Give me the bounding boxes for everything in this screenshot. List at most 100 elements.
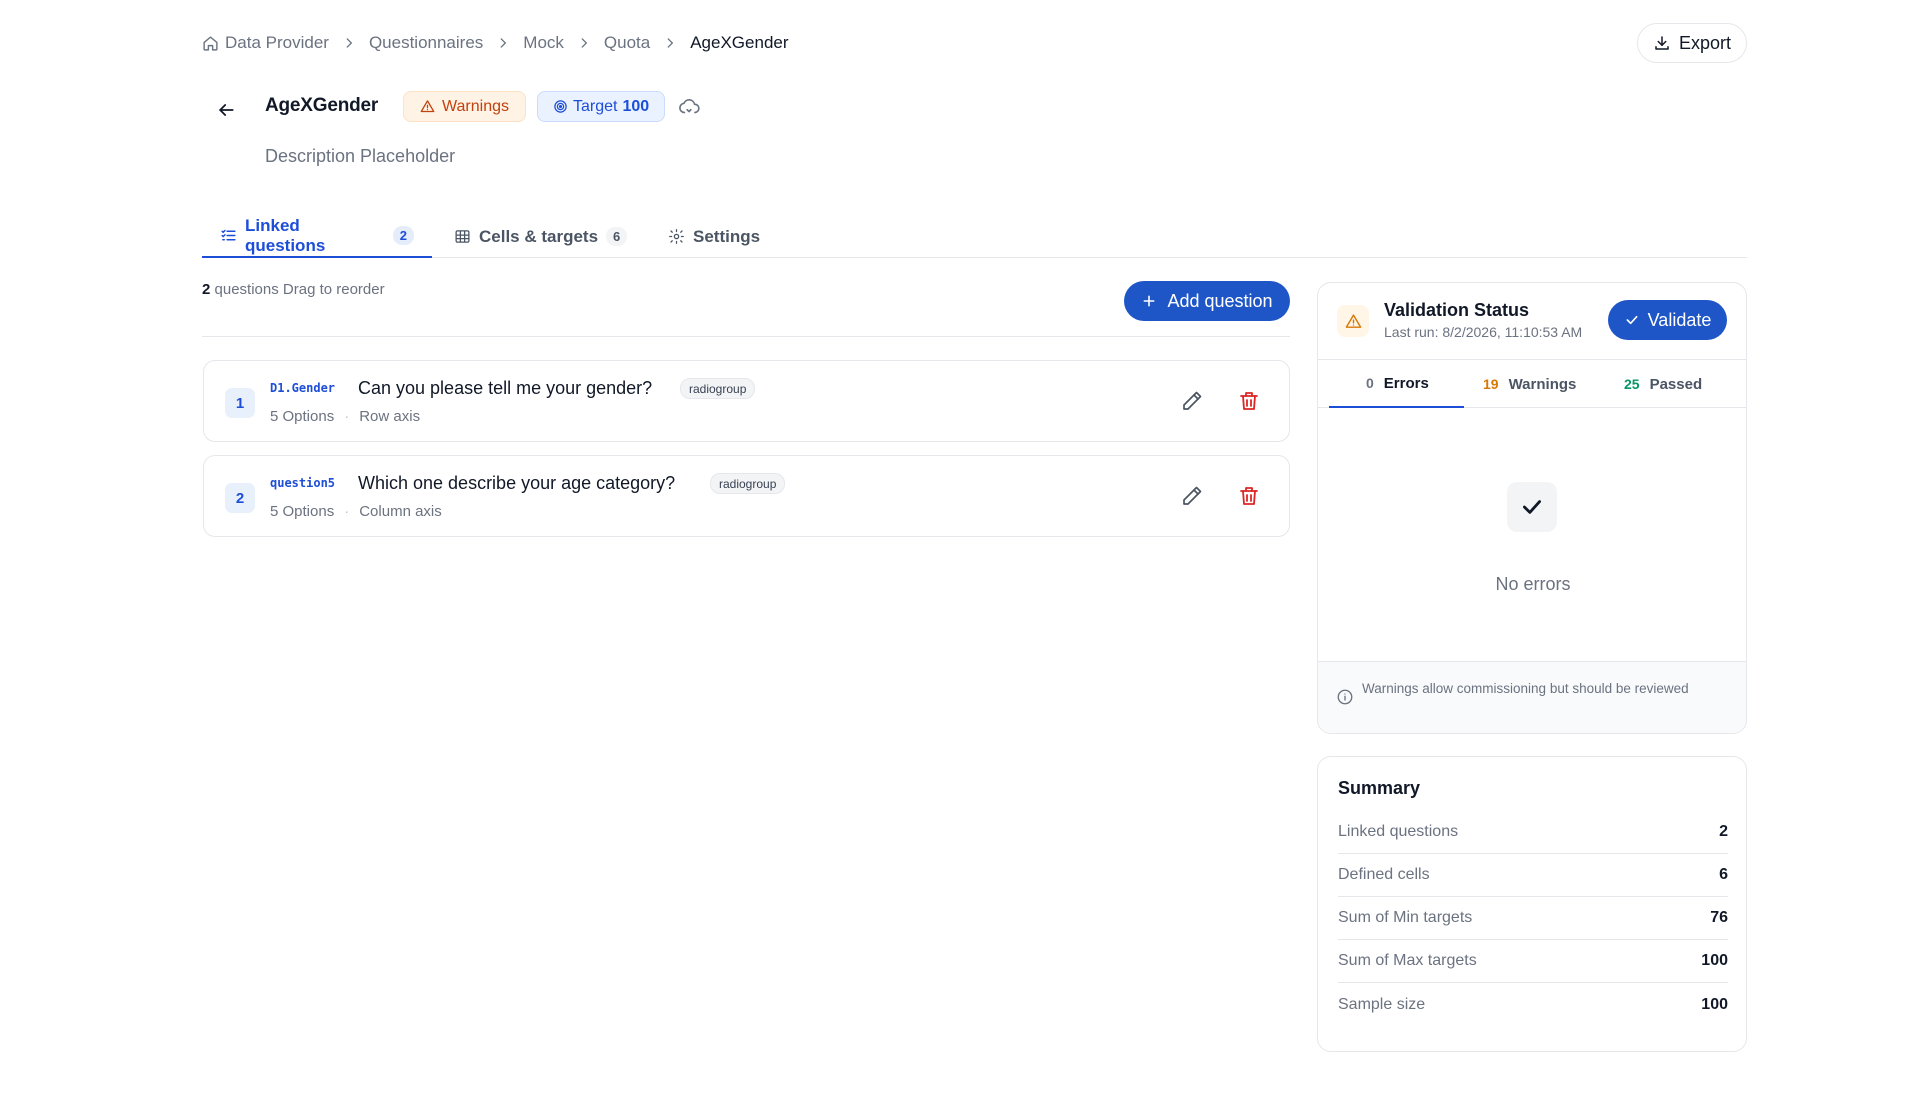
- validation-tab-count: 0: [1366, 375, 1374, 391]
- chevron-right-icon: [342, 36, 356, 50]
- question-meta-text: questions Drag to reorder: [214, 281, 385, 298]
- download-icon: [1653, 34, 1671, 52]
- export-label: Export: [1678, 32, 1732, 53]
- validation-tab-count: 19: [1483, 376, 1499, 392]
- summary-value: 100: [1701, 952, 1728, 969]
- question-options: 5 Options: [270, 503, 335, 520]
- warnings-badge[interactable]: Warnings: [403, 91, 526, 122]
- question-index: 1: [225, 388, 255, 418]
- chevron-right-icon: [496, 36, 510, 50]
- validation-tab-passed[interactable]: 25 Passed: [1624, 360, 1702, 408]
- info-icon: [1336, 688, 1354, 706]
- add-question-label: Add question: [1167, 290, 1273, 311]
- validation-footer-note: Warnings allow commissioning but should …: [1362, 681, 1689, 696]
- validation-footer: Warnings allow commissioning but should …: [1318, 661, 1746, 733]
- summary-label: Sum of Min targets: [1338, 909, 1473, 926]
- export-button[interactable]: Export: [1637, 23, 1747, 63]
- tab-count: 2: [392, 226, 414, 245]
- summary-value: 100: [1701, 995, 1728, 1013]
- delete-question-button[interactable]: [1237, 484, 1263, 510]
- question-card[interactable]: 1 D1.Gender Can you please tell me your …: [203, 360, 1290, 442]
- breadcrumb-item-quota[interactable]: Quota: [604, 33, 650, 53]
- target-badge: Target 100: [537, 91, 666, 122]
- question-code: D1.Gender: [270, 381, 336, 395]
- trash-icon: [1237, 389, 1263, 413]
- validate-label: Validate: [1647, 309, 1712, 330]
- separator-dot: ·: [344, 503, 350, 520]
- warnings-badge-label: Warnings: [442, 97, 509, 115]
- tab-count: 6: [606, 227, 628, 246]
- tab-bar: Linked questions 2 Cells & targets 6 Set…: [202, 215, 1747, 258]
- page-title: AgeXGender: [265, 95, 379, 116]
- tab-label: Cells & targets: [479, 226, 599, 246]
- add-question-button[interactable]: Add question: [1124, 281, 1290, 321]
- summary-label: Linked questions: [1338, 823, 1459, 840]
- breadcrumb-item-data-provider[interactable]: Data Provider: [202, 33, 329, 53]
- chevron-right-icon: [577, 36, 591, 50]
- validation-tab-count: 25: [1624, 376, 1640, 392]
- question-count-text: 2 questions Drag to reorder: [202, 281, 385, 298]
- trash-icon: [1237, 484, 1263, 508]
- validation-tab-label: Errors: [1383, 374, 1429, 392]
- tab-label: Settings: [693, 226, 761, 246]
- question-axis: Row axis: [359, 408, 421, 425]
- breadcrumb-item-mock[interactable]: Mock: [523, 33, 564, 53]
- question-axis: Column axis: [359, 503, 442, 520]
- summary-label: Sum of Max targets: [1338, 952, 1477, 969]
- divider: [202, 336, 1290, 337]
- separator-dot: ·: [344, 408, 350, 425]
- validation-tab-label: Warnings: [1508, 375, 1577, 393]
- question-count: 2: [202, 281, 211, 298]
- summary-label: Defined cells: [1338, 866, 1430, 883]
- validation-title: Validation Status: [1384, 300, 1530, 320]
- question-meta: 5 Options · Row axis: [270, 408, 420, 425]
- summary-row: Sum of Max targets 100: [1338, 940, 1728, 983]
- breadcrumb: Data Provider Questionnaires Mock Quota …: [202, 30, 789, 56]
- validation-tab-errors[interactable]: 0 Errors: [1329, 360, 1464, 408]
- tab-settings[interactable]: Settings: [650, 215, 778, 258]
- summary-value: 6: [1719, 866, 1728, 883]
- summary-row: Sample size 100: [1338, 983, 1728, 1026]
- summary-value: 2: [1719, 823, 1728, 840]
- summary-value: 76: [1710, 909, 1728, 926]
- grid-icon: [454, 228, 471, 245]
- edit-question-button[interactable]: [1180, 389, 1206, 415]
- question-card[interactable]: 2 question5 Which one describe your age …: [203, 455, 1290, 537]
- pencil-icon: [1180, 389, 1206, 413]
- tab-cells-targets[interactable]: Cells & targets 6: [436, 215, 645, 258]
- validation-tabs: 0 Errors 19 Warnings 25 Passed: [1318, 359, 1746, 408]
- delete-question-button[interactable]: [1237, 389, 1263, 415]
- tab-linked-questions[interactable]: Linked questions 2: [202, 215, 432, 258]
- summary-panel: Summary Linked questions 2 Defined cells…: [1317, 756, 1747, 1052]
- check-icon: [1624, 312, 1640, 328]
- summary-row: Sum of Min targets 76: [1338, 897, 1728, 940]
- breadcrumb-label: Data Provider: [225, 33, 329, 52]
- chevron-right-icon: [663, 36, 677, 50]
- target-value: 100: [622, 97, 650, 115]
- target-icon: [553, 99, 568, 114]
- validation-panel: Validation Status Last run: 8/2/2026, 11…: [1317, 282, 1747, 734]
- plus-icon: [1141, 293, 1157, 309]
- list-check-icon: [220, 227, 237, 244]
- question-type-badge: radiogroup: [710, 473, 786, 494]
- summary-label: Sample size: [1338, 995, 1426, 1013]
- summary-row: Defined cells 6: [1338, 854, 1728, 897]
- breadcrumb-item-questionnaires[interactable]: Questionnaires: [369, 33, 483, 53]
- validate-button[interactable]: Validate: [1608, 300, 1727, 340]
- page-description: Description Placeholder: [265, 146, 456, 166]
- check-icon: [1507, 482, 1557, 532]
- back-button[interactable]: [212, 96, 240, 124]
- summary-row: Linked questions 2: [1338, 811, 1728, 854]
- breadcrumb-current: AgeXGender: [690, 33, 789, 52]
- validation-tab-warnings[interactable]: 19 Warnings: [1483, 360, 1576, 408]
- question-index: 2: [225, 483, 255, 513]
- edit-question-button[interactable]: [1180, 484, 1206, 510]
- gear-icon: [668, 228, 685, 245]
- summary-title: Summary: [1338, 778, 1421, 798]
- cloud-sync-icon[interactable]: [678, 96, 700, 118]
- question-meta: 5 Options · Column axis: [270, 503, 442, 520]
- pencil-icon: [1180, 484, 1206, 508]
- tab-label: Linked questions: [245, 215, 326, 255]
- question-type-badge: radiogroup: [680, 378, 756, 399]
- validation-empty-text: No errors: [1495, 574, 1571, 594]
